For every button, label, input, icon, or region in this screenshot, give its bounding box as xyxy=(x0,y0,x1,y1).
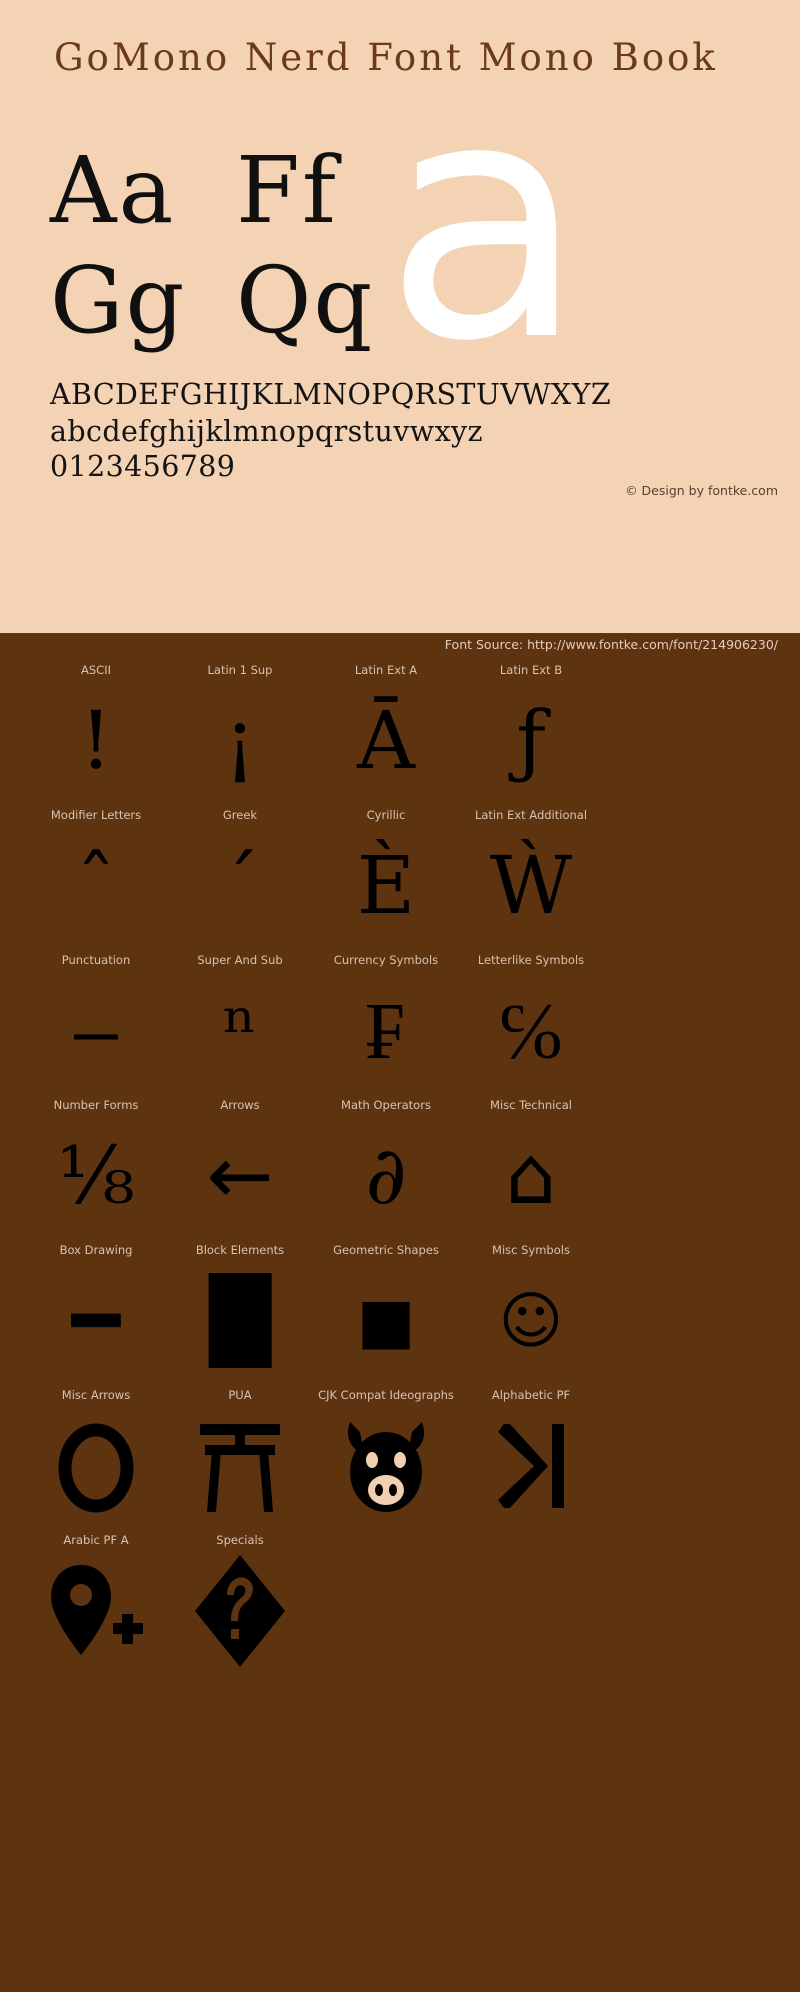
block-cell-latin-ext-b[interactable]: Latin Ext B ƒ xyxy=(441,663,621,808)
hero-glyph: a xyxy=(383,96,587,346)
copyright-notice: © Design by fontke.com xyxy=(625,483,778,498)
block-glyph: ⌂ xyxy=(505,1129,557,1222)
alphabet-lowercase: abcdefghijklmnopqrstuvwxyz xyxy=(50,415,483,448)
unicode-block-grid: ASCII! Latin 1 Sup ¡ Latin Ext A Ā Latin Ext … xyxy=(0,663,800,1992)
page-title: GoMono Nerd Font Mono Book xyxy=(54,36,718,79)
block-label: Alphabetic PF xyxy=(491,1388,571,1402)
block-cell-letterlike-symbols[interactable]: Letterlike Symbols ℅ xyxy=(441,953,621,1098)
sample-pair-qq: Qq xyxy=(236,247,375,354)
block-row: ASCII! Latin 1 Sup ¡ Latin Ext A Ā Latin Ext … xyxy=(0,663,800,808)
block-row: Number Forms ⅛ Arrows ← Math Operators ∂ Misc … xyxy=(0,1098,800,1243)
font-specimen-page: GoMono Nerd Font Mono Book Aa Ff Gg Qq a… xyxy=(0,0,800,1992)
sample-pair-ff: Ff xyxy=(236,137,338,244)
block-cell-latin-ext-additional[interactable]: Latin Ext Additional Ẁ xyxy=(441,808,621,953)
block-cell-misc-symbols[interactable]: Misc Symbols ☺ xyxy=(441,1243,621,1388)
block-label: Misc Symbols xyxy=(492,1243,570,1257)
sample-pair-aa: Aa xyxy=(50,137,176,244)
block-glyph: ℅ xyxy=(497,984,565,1077)
block-row: Modifier Letters ˆ Greek ΄ Cyrillic Ѐ Latin Ex… xyxy=(0,808,800,953)
alphabet-uppercase: ABCDEFGHIJKLMNOPQRSTUVWXYZ xyxy=(50,378,612,411)
font-source-link[interactable]: Font Source: http://www.fontke.com/font/… xyxy=(445,637,778,652)
block-glyph xyxy=(441,1402,621,1530)
sample-pair-gg: Gg xyxy=(50,247,187,354)
block-row: Punctuation ‒ Super And Sub ⁿ Currency Symbo… xyxy=(0,953,800,1098)
block-glyph: ☺ xyxy=(498,1284,564,1357)
block-cell-empty xyxy=(441,1533,621,1678)
specimen-panel: GoMono Nerd Font Mono Book Aa Ff Gg Qq a… xyxy=(0,0,800,633)
block-label: Latin Ext B xyxy=(499,663,563,677)
block-cell-alphabetic-pf[interactable]: Alphabetic PF xyxy=(441,1388,621,1533)
digits-row: 0123456789 xyxy=(50,450,236,483)
block-label: Letterlike Symbols xyxy=(477,953,585,967)
block-label: Misc Technical xyxy=(490,1098,572,1112)
block-row: Misc Arrows PUA CJK Compat Ideographs Alpha… xyxy=(0,1388,800,1533)
block-glyph: ƒ xyxy=(516,694,546,787)
block-cell-misc-technical[interactable]: Misc Technical ⌂ xyxy=(441,1098,621,1243)
block-glyph: Ẁ xyxy=(489,839,573,932)
block-label: Latin Ext Additional xyxy=(474,808,588,822)
block-row: Arabic PF A Specials xyxy=(0,1533,800,1678)
font-source-bar: Font Source: http://www.fontke.com/font/… xyxy=(0,633,800,663)
block-row: Box Drawing ━ Block Elements █ Geometric Sha… xyxy=(0,1243,800,1388)
